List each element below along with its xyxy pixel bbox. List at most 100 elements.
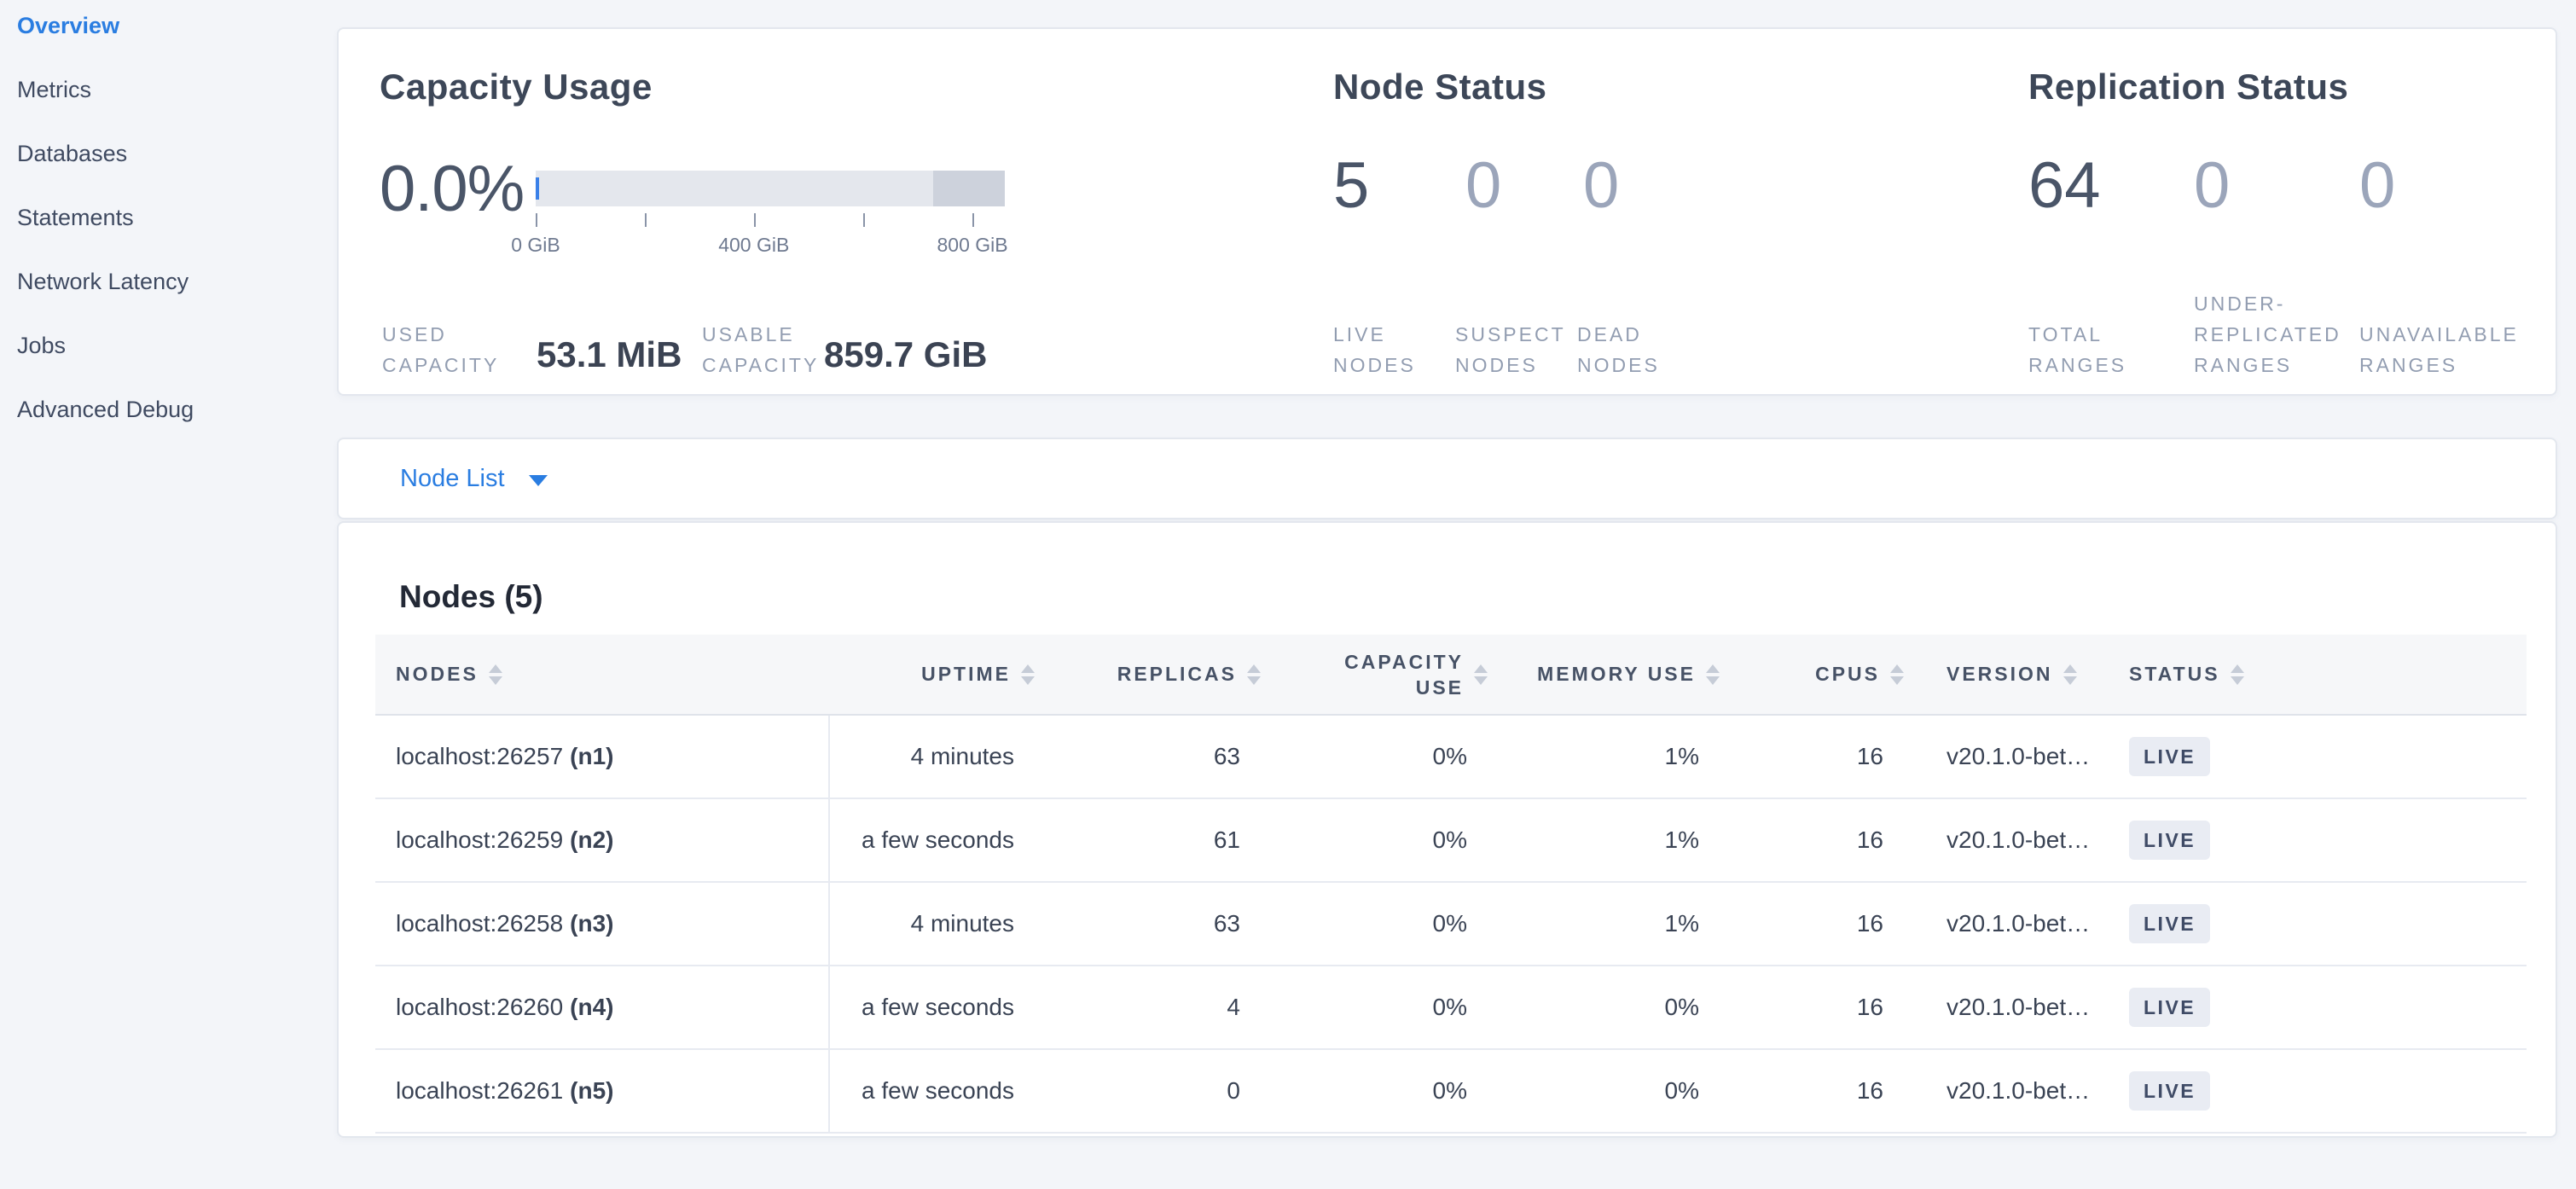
node-address: localhost:26261 [396, 1077, 563, 1105]
node-status-values: 5 0 0 [1333, 154, 1619, 218]
status-cell: LIVE [2100, 883, 2527, 965]
capacity-bar-chart: 0 GiB 400 GiB 800 GiB [536, 171, 1005, 273]
node-id: (n1) [570, 743, 613, 770]
sort-icon [1021, 664, 1035, 685]
node-address: localhost:26257 [396, 743, 563, 770]
cluster-summary-card: Capacity Usage 0.0% 0 GiB 400 GiB 800 Gi… [337, 27, 2557, 396]
sidebar-item-network-latency[interactable]: Network Latency [0, 250, 336, 314]
used-capacity-label: USED CAPACITY [382, 319, 512, 380]
status-badge: LIVE [2129, 904, 2210, 943]
sort-icon [1247, 664, 1261, 685]
capacity-usage-title: Capacity Usage [380, 67, 653, 107]
uptime-cell: 4 minutes [830, 716, 1035, 798]
capacity-used-marker [536, 177, 539, 199]
memory-use-cell: 1% [1488, 799, 1720, 881]
axis-tick [536, 213, 537, 227]
status-cell: LIVE [2100, 799, 2527, 881]
sidebar-item-statements[interactable]: Statements [0, 186, 336, 250]
under-replicated-ranges-label: UNDER-REPLICATED RANGES [2194, 288, 2347, 380]
node-address-cell[interactable]: localhost:26259(n2) [375, 799, 830, 881]
column-header-label: REPLICAS [1117, 663, 1237, 686]
replication-labels: TOTAL RANGES UNDER-REPLICATED RANGES UNA… [2028, 288, 2530, 380]
column-header-uptime[interactable]: UPTIME [830, 635, 1035, 714]
uptime-cell: 4 minutes [830, 883, 1035, 965]
capacity-bar-overflow-segment [933, 171, 1005, 206]
status-cell: LIVE [2100, 1050, 2527, 1132]
sidebar-item-overview[interactable]: Overview [0, 0, 336, 58]
dead-nodes-count: 0 [1583, 154, 1619, 218]
axis-tick [972, 213, 974, 227]
cluster-overview-page: Overview Metrics Databases Statements Ne… [0, 0, 2576, 1189]
sort-icon [1706, 664, 1720, 685]
sort-icon [2231, 664, 2244, 685]
node-address: localhost:26260 [396, 994, 563, 1021]
unavailable-ranges-count: 0 [2359, 154, 2395, 218]
node-address-cell[interactable]: localhost:26261(n5) [375, 1050, 830, 1132]
capacity-use-cell: 0% [1261, 966, 1488, 1048]
node-status-title: Node Status [1333, 67, 1547, 107]
node-address-cell[interactable]: localhost:26260(n4) [375, 966, 830, 1048]
node-id: (n5) [570, 1077, 613, 1105]
memory-use-cell: 0% [1488, 966, 1720, 1048]
nodes-table-title: Nodes (5) [399, 579, 543, 615]
status-badge: LIVE [2129, 821, 2210, 860]
column-header-label: CAPACITY USE [1336, 649, 1464, 700]
column-header-label: CPUS [1815, 663, 1880, 686]
node-list-dropdown-label: Node List [400, 465, 505, 493]
replicas-cell: 63 [1035, 716, 1261, 798]
axis-tick-label: 0 GiB [511, 234, 560, 257]
node-status-labels: LIVE NODES SUSPECT NODES DEAD NODES [1333, 319, 1684, 380]
node-address: localhost:26259 [396, 826, 563, 854]
unavailable-ranges-label: UNAVAILABLE RANGES [2359, 319, 2530, 380]
live-nodes-label: LIVE NODES [1333, 319, 1440, 380]
node-address-cell[interactable]: localhost:26257 (n1) [375, 716, 830, 798]
sidebar-item-advanced-debug[interactable]: Advanced Debug [0, 378, 336, 442]
table-row[interactable]: localhost:26258(n3) 4 minutes 63 0% 1% 1… [375, 883, 2527, 966]
column-header-nodes[interactable]: NODES [375, 635, 830, 714]
version-cell: v20.1.0-bet… [1904, 799, 2100, 881]
column-header-version[interactable]: VERSION [1904, 635, 2100, 714]
capacity-use-cell: 0% [1261, 1050, 1488, 1132]
cpus-cell: 16 [1720, 799, 1904, 881]
replication-values: 64 0 0 [2028, 154, 2395, 218]
capacity-use-cell: 0% [1261, 799, 1488, 881]
status-badge: LIVE [2129, 737, 2210, 776]
column-header-capacity-use[interactable]: CAPACITY USE [1261, 635, 1488, 714]
column-header-label: MEMORY USE [1537, 663, 1696, 686]
sort-icon [1890, 664, 1904, 685]
sidebar-item-databases[interactable]: Databases [0, 122, 336, 186]
dead-nodes-label: DEAD NODES [1577, 319, 1684, 380]
table-row[interactable]: localhost:26260(n4) a few seconds 4 0% 0… [375, 966, 2527, 1050]
sidebar-item-metrics[interactable]: Metrics [0, 58, 336, 122]
nodes-table: NODES UPTIME REPLICAS CAPACITY USE MEMOR… [375, 635, 2527, 1134]
node-id: (n2) [570, 826, 613, 854]
table-row[interactable]: localhost:26261(n5) a few seconds 0 0% 0… [375, 1050, 2527, 1134]
column-header-label: NODES [396, 663, 479, 686]
usable-capacity-value: 859.7 GiB [824, 334, 987, 375]
nodes-table-card: Nodes (5) NODES UPTIME REPLICAS CAPACITY… [337, 521, 2557, 1138]
column-header-cpus[interactable]: CPUS [1720, 635, 1904, 714]
node-id: (n3) [570, 910, 613, 937]
total-ranges-label: TOTAL RANGES [2028, 319, 2182, 380]
column-header-label: VERSION [1947, 663, 2053, 686]
capacity-used-percent: 0.0% [380, 157, 524, 222]
column-header-replicas[interactable]: REPLICAS [1035, 635, 1261, 714]
table-row[interactable]: localhost:26259(n2) a few seconds 61 0% … [375, 799, 2527, 883]
uptime-cell: a few seconds [830, 799, 1035, 881]
capacity-bar [536, 171, 1005, 206]
node-list-dropdown[interactable]: Node List [339, 439, 2556, 518]
table-row[interactable]: localhost:26257(n1) 4 minutes 63 0% 1% 1… [375, 716, 2527, 799]
uptime-cell: a few seconds [830, 966, 1035, 1048]
total-ranges-count: 64 [2028, 154, 2182, 218]
node-address-cell[interactable]: localhost:26258(n3) [375, 883, 830, 965]
column-header-status[interactable]: STATUS [2100, 635, 2527, 714]
status-badge: LIVE [2129, 988, 2210, 1027]
column-header-label: UPTIME [921, 663, 1011, 686]
capacity-use-cell: 0% [1261, 883, 1488, 965]
replication-status-title: Replication Status [2028, 67, 2348, 107]
column-header-memory-use[interactable]: MEMORY USE [1488, 635, 1720, 714]
status-badge: LIVE [2129, 1071, 2210, 1111]
sidebar-item-jobs[interactable]: Jobs [0, 314, 336, 378]
axis-tick [645, 213, 647, 227]
sort-icon [489, 664, 502, 685]
